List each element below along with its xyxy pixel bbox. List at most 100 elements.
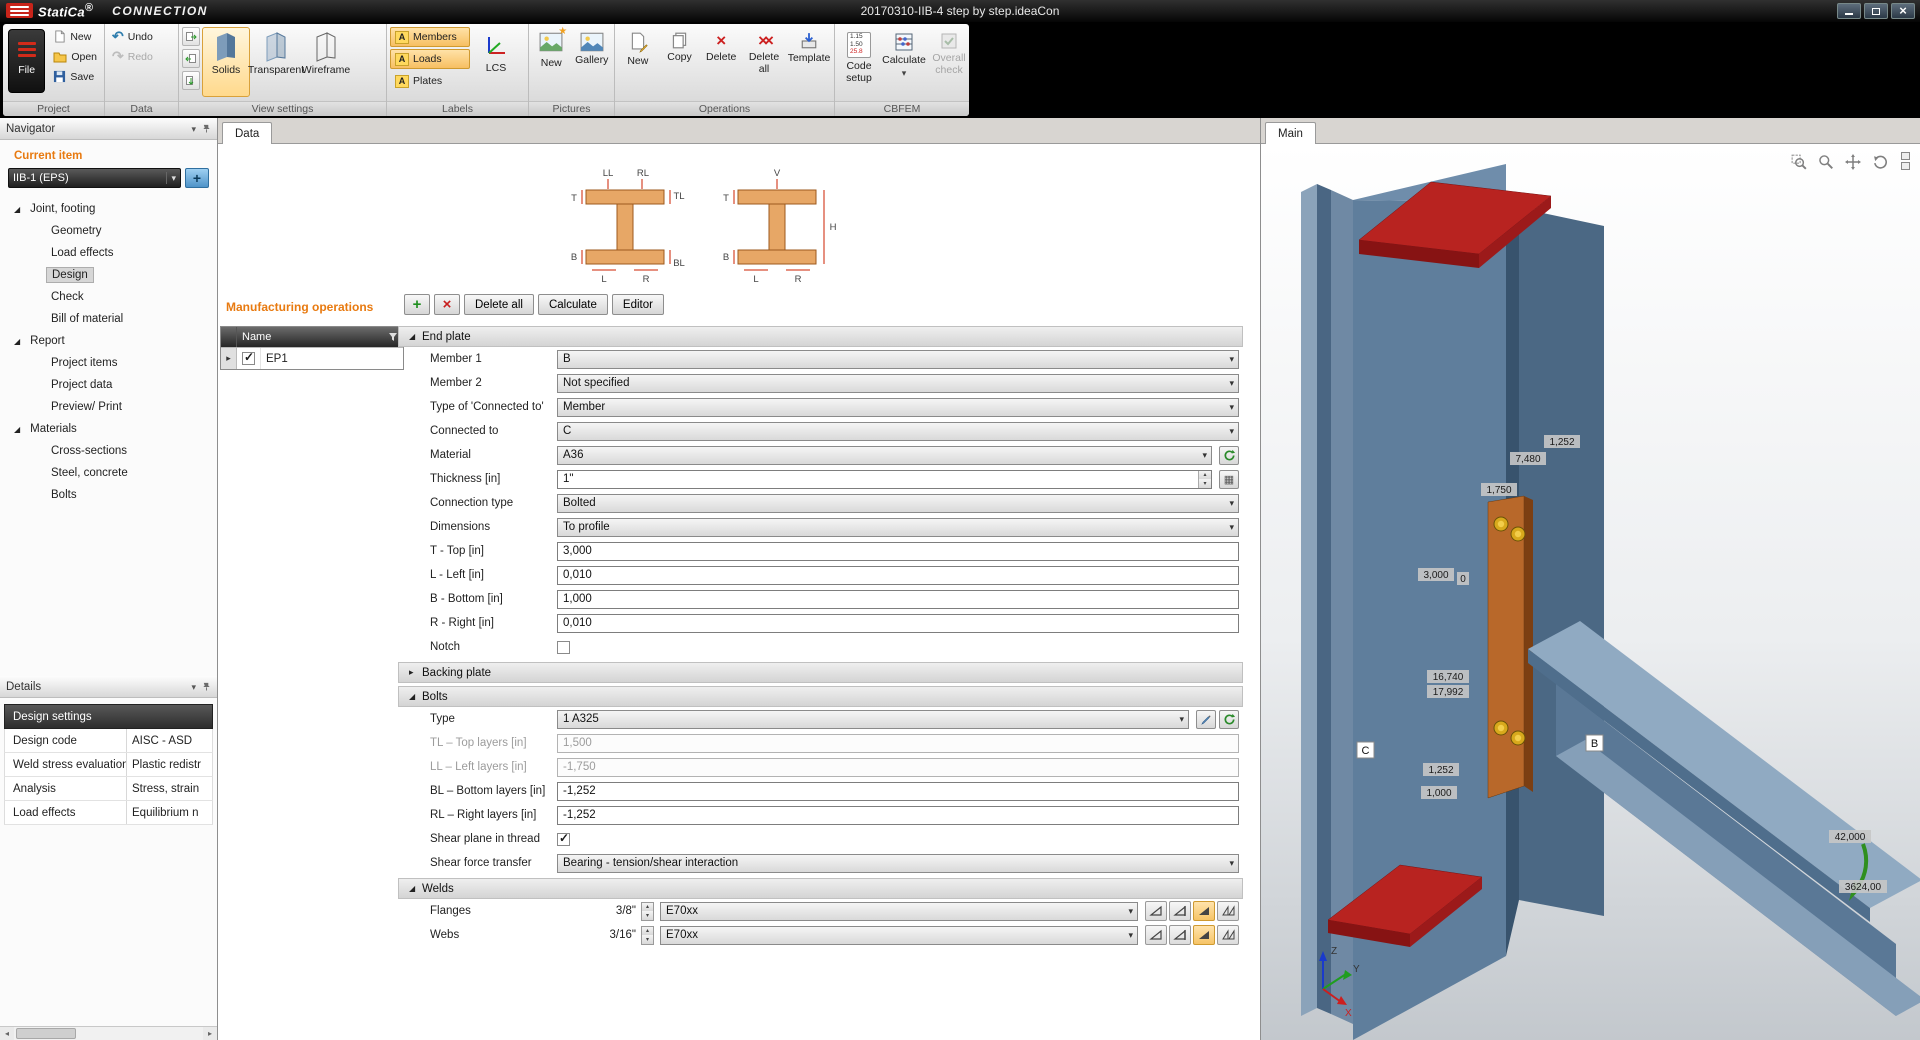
tree-item-report[interactable]: Report <box>8 330 209 352</box>
thickness-table-button[interactable] <box>1219 470 1239 489</box>
operation-enabled-checkbox[interactable] <box>242 352 255 365</box>
view-solids-button[interactable]: Solids <box>202 27 250 97</box>
weld-type-butt-icon[interactable] <box>1217 901 1239 921</box>
thickness-input[interactable] <box>557 470 1212 489</box>
pin-icon[interactable] <box>202 682 211 691</box>
bolt-sync-button[interactable] <box>1219 710 1239 729</box>
zoom-button[interactable] <box>1816 152 1836 172</box>
tree-item-design[interactable]: Design <box>8 264 209 286</box>
tree-item-joint-footing[interactable]: Joint, footing <box>8 198 209 220</box>
bl-bottom-layers-input[interactable] <box>557 782 1239 801</box>
labels-loads-toggle[interactable]: Loads <box>390 49 470 69</box>
weld-type-fillet-rear-icon[interactable] <box>1169 901 1191 921</box>
save-project-button[interactable]: Save <box>49 67 101 86</box>
rl-right-layers-input[interactable] <box>557 806 1239 825</box>
tree-item-bill-of-material[interactable]: Bill of material <box>8 308 209 330</box>
dimensions-select[interactable]: To profile <box>557 518 1239 537</box>
tab-main[interactable]: Main <box>1265 122 1316 144</box>
maximize-button[interactable] <box>1864 3 1888 19</box>
shear-plane-checkbox[interactable] <box>557 833 570 846</box>
web-weld-size[interactable]: 3/16" <box>557 929 641 941</box>
operation-delete-button[interactable]: × Delete <box>701 27 741 97</box>
shear-force-transfer-select[interactable]: Bearing - tension/shear interaction <box>557 854 1239 873</box>
picture-new-button[interactable]: ★ New <box>532 27 571 97</box>
redo-button[interactable]: Redo <box>108 47 157 66</box>
labels-lcs-button[interactable]: LCS <box>472 27 520 97</box>
spin-down-icon[interactable] <box>642 935 653 944</box>
add-operation-button[interactable] <box>404 294 430 315</box>
b-bottom-input[interactable] <box>557 590 1239 609</box>
horizontal-scrollbar[interactable]: ◂ ▸ <box>0 1026 217 1040</box>
file-button[interactable]: File <box>8 29 45 93</box>
filter-icon[interactable] <box>388 332 398 342</box>
pin-icon[interactable] <box>202 124 211 133</box>
code-setup-button[interactable]: 1.15 1.50 25.8 Code setup <box>838 27 880 97</box>
tree-item-steel-concrete[interactable]: Steel, concrete <box>8 462 209 484</box>
flange-weld-spinner[interactable] <box>641 902 654 921</box>
current-item-dropdown[interactable]: IIB-1 (EPS) <box>8 168 181 188</box>
tree-item-project-items[interactable]: Project items <box>8 352 209 374</box>
panel-menu-icon[interactable] <box>191 123 196 135</box>
operation-template-button[interactable]: Template <box>787 27 831 97</box>
operation-delete-all-button[interactable]: ×× Delete all <box>743 27 785 97</box>
panel-menu-icon[interactable] <box>191 681 196 693</box>
spin-up-icon[interactable] <box>642 927 653 936</box>
pan-button[interactable] <box>1843 152 1863 172</box>
close-button[interactable] <box>1891 3 1915 19</box>
editor-button[interactable]: Editor <box>612 294 664 315</box>
operation-copy-button[interactable]: Copy <box>660 27 700 97</box>
expander-icon[interactable] <box>14 335 20 347</box>
labels-plates-toggle[interactable]: Plates <box>390 71 470 91</box>
tree-item-cross-sections[interactable]: Cross-sections <box>8 440 209 462</box>
new-project-button[interactable]: New <box>49 27 101 46</box>
section-bolts[interactable]: Bolts <box>398 686 1243 707</box>
spin-up-icon[interactable] <box>642 903 653 912</box>
view-preset-button[interactable] <box>1901 162 1910 170</box>
tree-item-project-data[interactable]: Project data <box>8 374 209 396</box>
zoom-extents-button[interactable] <box>1789 152 1809 172</box>
member-1-select[interactable]: B <box>557 350 1239 369</box>
section-welds[interactable]: Welds <box>398 878 1243 899</box>
weld-type-double-fillet-icon[interactable] <box>1193 925 1215 945</box>
orbit-button[interactable] <box>1870 152 1890 172</box>
weld-type-fillet-icon[interactable] <box>1145 925 1167 945</box>
l-left-input[interactable] <box>557 566 1239 585</box>
calculate-button[interactable]: Calculate <box>538 294 608 315</box>
r-right-input[interactable] <box>557 614 1239 633</box>
calculate-button[interactable]: Calculate <box>882 27 926 97</box>
tab-data[interactable]: Data <box>222 122 272 144</box>
bolt-type-select[interactable]: 1 A325 <box>557 710 1189 729</box>
scroll-right-button[interactable]: ▸ <box>203 1027 217 1040</box>
weld-type-butt-icon[interactable] <box>1217 925 1239 945</box>
connection-type-select[interactable]: Bolted <box>557 494 1239 513</box>
scrollbar-track[interactable] <box>14 1027 203 1040</box>
copy-view-icon-button[interactable] <box>182 27 200 46</box>
scrollbar-thumb[interactable] <box>16 1028 76 1039</box>
open-project-button[interactable]: Open <box>49 47 101 66</box>
tree-item-geometry[interactable]: Geometry <box>8 220 209 242</box>
operation-row-ep1[interactable]: EP1 <box>221 347 403 369</box>
thickness-spinner[interactable] <box>1198 471 1211 488</box>
weld-type-fillet-icon[interactable] <box>1145 901 1167 921</box>
material-sync-button[interactable] <box>1219 446 1239 465</box>
reset-view-icon-button[interactable] <box>182 71 200 90</box>
tree-item-preview-print[interactable]: Preview/ Print <box>8 396 209 418</box>
view-preset-button[interactable] <box>1901 152 1910 160</box>
t-top-input[interactable] <box>557 542 1239 561</box>
view-transparent-button[interactable]: Transparent <box>252 27 300 97</box>
tl-top-layers-input[interactable] <box>557 734 1239 753</box>
tree-item-materials[interactable]: Materials <box>8 418 209 440</box>
expander-icon[interactable] <box>14 203 20 215</box>
spin-up-icon[interactable] <box>1199 471 1211 480</box>
web-weld-spinner[interactable] <box>641 926 654 945</box>
connected-type-select[interactable]: Member <box>557 398 1239 417</box>
member-2-select[interactable]: Not specified <box>557 374 1239 393</box>
add-item-button[interactable] <box>185 168 209 188</box>
overall-check-button[interactable]: Overall check <box>928 27 969 97</box>
spin-down-icon[interactable] <box>1199 479 1211 488</box>
operation-new-button[interactable]: New <box>618 27 658 97</box>
connected-to-select[interactable]: C <box>557 422 1239 441</box>
tree-item-bolts[interactable]: Bolts <box>8 484 209 506</box>
weld-type-fillet-rear-icon[interactable] <box>1169 925 1191 945</box>
expander-icon[interactable] <box>14 423 20 435</box>
